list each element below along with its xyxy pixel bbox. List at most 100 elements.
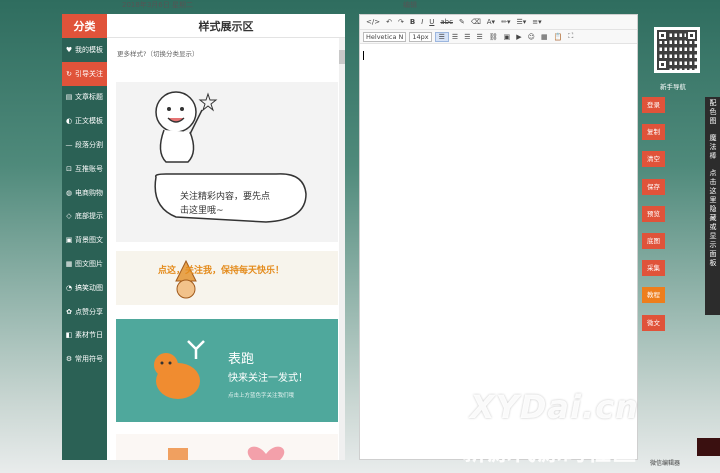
category-item[interactable]: ◐ 正文模板 (62, 109, 107, 133)
style-card-hearts[interactable] (116, 434, 338, 460)
toggle-panel-link[interactable]: 点击这里隐藏或显示面板 (706, 169, 719, 268)
category-item[interactable]: ♥ 我的模板 (62, 38, 107, 62)
style-card-follow-banner[interactable]: 点这，关注我，保持每天快乐！ (116, 251, 338, 305)
category-header: 分类 (62, 14, 107, 38)
align-justify-icon[interactable]: ☰ (473, 33, 485, 41)
clear-format-icon[interactable]: ⌫ (468, 18, 484, 26)
category-item[interactable]: ↻ 引导关注 (62, 61, 107, 86)
category-icon: ⚙ (65, 355, 73, 364)
category-item[interactable]: — 段落分割 (62, 133, 107, 157)
text-caret (363, 51, 364, 60)
category-item[interactable]: ✿ 点赞分享 (62, 300, 107, 324)
table-icon[interactable]: ▦ (538, 33, 551, 41)
action-button[interactable]: 教程 (642, 287, 665, 304)
category-label: 素材节日 (75, 331, 103, 340)
category-label: 段落分割 (75, 141, 103, 150)
font-size-select[interactable]: 14px (409, 31, 432, 42)
html-source-icon[interactable]: </> (363, 18, 383, 26)
format-brush-icon[interactable]: ✎ (456, 18, 468, 26)
video-icon[interactable]: ▶ (513, 33, 524, 41)
underline-icon[interactable]: U (426, 18, 437, 26)
editor-toolbar-row1: </> ↶ ↷ B I U abc ✎ ⌫ A▾ ✏▾ ☰▾ ≡▾ (360, 15, 637, 30)
align-left-icon[interactable]: ☰ (434, 31, 449, 42)
action-button[interactable]: 登录 (642, 97, 665, 113)
hearts-illustration (168, 446, 285, 460)
style-card-cat-follow[interactable]: 表跑 快来关注一发式！ 点击上方蓝色字关注我们哦 (116, 319, 338, 422)
category-icon: — (65, 141, 73, 150)
style-card-follow-bubble[interactable]: 关注精彩内容，要先点 击这里哦~ (116, 82, 338, 242)
action-button[interactable]: 预览 (642, 205, 665, 222)
action-button[interactable]: 微文 (642, 314, 665, 331)
category-icon: ◍ (65, 188, 73, 197)
editor-toolbar-row2: Helvetica N 14px ☰ ☰ ☰ ☰ ⛓ ▣ ▶ ☺ ▦ 📋 ⛶ (360, 30, 637, 44)
cat-follow-illustration: 表跑 快来关注一发式！ 点击上方蓝色字关注我们哦 (154, 340, 308, 399)
category-item[interactable]: ◍ 电商购物 (62, 181, 107, 205)
follow-bubble-illustration: 关注精彩内容，要先点 击这里哦~ (154, 91, 307, 223)
category-icon: ◇ (66, 212, 72, 221)
card1-text1: 关注精彩内容，要先点 (180, 190, 270, 202)
magic-wand-link[interactable]: 魔法棒 (706, 134, 719, 161)
category-label: 搞笑动图 (75, 283, 103, 292)
panel-scrollbar[interactable] (339, 38, 345, 460)
highlight-icon[interactable]: ✏▾ (498, 18, 513, 26)
card3-small: 点击上方蓝色字关注我们哦 (228, 391, 295, 399)
follow-banner-illustration: 点这，关注我，保持每天快乐！ (158, 259, 284, 299)
card1-text2: 击这里哦~ (180, 204, 224, 216)
image-icon[interactable]: ▣ (501, 33, 514, 41)
category-label: 文章标题 (75, 93, 103, 102)
action-button[interactable]: 采集 (642, 260, 665, 277)
action-buttons: 登录复制清空保存预览底图采集教程微文 (642, 97, 666, 342)
category-item[interactable]: ▦ 图文图片 (62, 252, 107, 276)
category-icon: ♥ (65, 45, 73, 54)
action-button[interactable]: 清空 (642, 151, 665, 168)
category-item[interactable]: ▤ 文章标题 (62, 86, 107, 110)
category-icon: ↻ (66, 69, 72, 78)
align-right-icon[interactable]: ☰ (461, 33, 473, 41)
list-icon[interactable]: ≡▾ (529, 18, 544, 26)
category-item[interactable]: ◇ 底部提示 (62, 205, 107, 229)
action-button[interactable]: 保存 (642, 178, 665, 195)
category-item[interactable]: ⊡ 互推账号 (62, 157, 107, 181)
align-center-icon[interactable]: ☰ (449, 33, 461, 41)
category-icon: ◔ (65, 283, 73, 292)
category-icon: ▦ (65, 260, 73, 269)
newbie-guide-link[interactable]: 新手导航 (660, 81, 686, 91)
category-item[interactable]: ◔ 搞笑动图 (62, 276, 107, 300)
category-label: 点赞分享 (75, 307, 103, 316)
footer-small-text: 微信编辑器 (650, 460, 681, 467)
right-vertical-bar: 配色图 魔法棒 点击这里隐藏或显示面板 (705, 97, 720, 315)
category-item[interactable]: ◧ 素材节日 (62, 324, 107, 348)
category-sidebar: 分类 ♥ 我的模板 ↻ 引导关注 ▤ 文章标题 ◐ 正文模板 — 段落分割 ⊡ 互推账号 ◍ 电商购物 ◇ 底… (62, 14, 107, 460)
strikethrough-icon[interactable]: abc (437, 18, 456, 26)
corner-thumbnail (697, 438, 720, 456)
more-styles-link[interactable]: 更多样式?（切换分类显示） (107, 38, 345, 58)
category-label: 引导关注 (75, 69, 103, 78)
category-icon: ⊡ (66, 164, 72, 173)
fullscreen-icon[interactable]: ⛶ (565, 32, 576, 41)
font-color-icon[interactable]: A▾ (484, 18, 498, 26)
italic-icon[interactable]: I (418, 18, 426, 26)
link-icon[interactable]: ⛓ (486, 33, 501, 41)
card3-sub: 快来关注一发式！ (228, 371, 308, 384)
category-item[interactable]: ⚙ 常用符号 (62, 347, 107, 371)
category-item[interactable]: ▣ 背景图文 (62, 228, 107, 252)
top-bar: 2018年3月6日 星期二 编辑 (0, 0, 720, 10)
redo-icon[interactable]: ↷ (395, 18, 407, 26)
bold-icon[interactable]: B (407, 18, 418, 26)
action-button[interactable]: 复制 (642, 124, 665, 141)
font-family-select[interactable]: Helvetica N (363, 31, 407, 42)
category-label: 我的模板 (75, 45, 103, 54)
category-icon: ▣ (65, 236, 73, 245)
line-height-icon[interactable]: ☰▾ (513, 18, 529, 26)
action-button[interactable]: 底图 (642, 232, 665, 249)
category-label: 正文模板 (75, 117, 103, 126)
category-label: 底部提示 (75, 212, 103, 221)
category-label: 背景图文 (75, 236, 103, 245)
emoji-icon[interactable]: ☺ (525, 33, 538, 41)
color-picker-link[interactable]: 配色图 (706, 99, 719, 126)
category-label: 互推账号 (75, 164, 103, 173)
panel-title: 样式展示区 (107, 14, 345, 38)
undo-icon[interactable]: ↶ (383, 18, 395, 26)
watermark-logo: XYDai.cn (470, 388, 639, 426)
paste-icon[interactable]: 📋 (551, 33, 566, 41)
